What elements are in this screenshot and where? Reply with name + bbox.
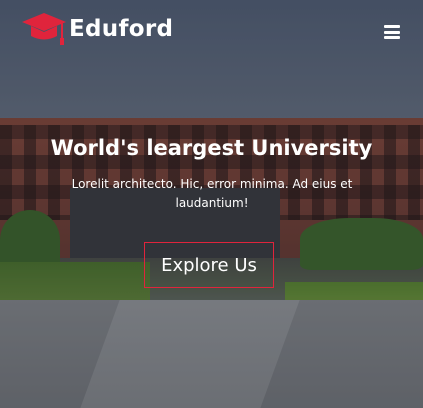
navbar: Eduford [0, 0, 423, 50]
hero-section: Eduford World's leargest University Lore… [0, 0, 423, 408]
hamburger-menu-icon[interactable] [384, 25, 400, 39]
graduation-cap-icon [22, 13, 66, 45]
hero-subtitle: Lorelit architecto. Hic, error minima. A… [71, 177, 353, 210]
hero-title: World's leargest University [50, 136, 373, 161]
explore-us-button[interactable]: Explore Us [144, 242, 274, 288]
brand-name: Eduford [69, 16, 174, 42]
logo-link[interactable]: Eduford [21, 9, 173, 49]
